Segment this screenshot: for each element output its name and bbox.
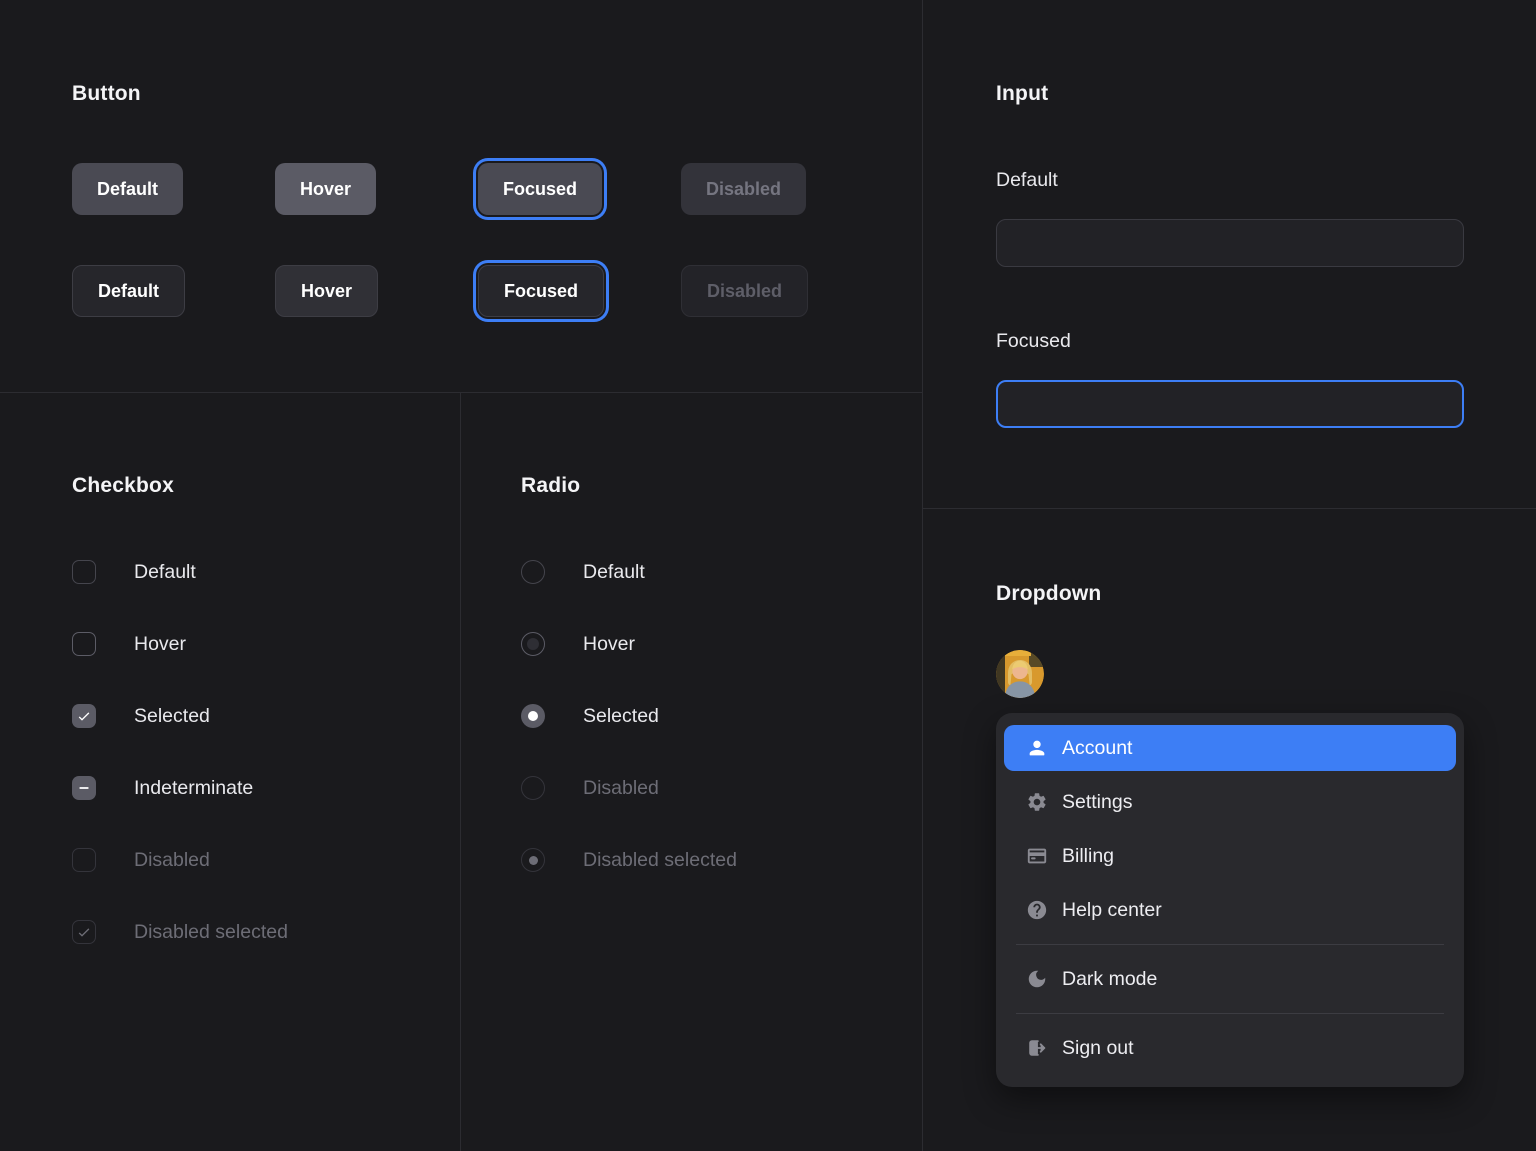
button-primary-default[interactable]: Default bbox=[72, 163, 183, 215]
credit-card-icon bbox=[1026, 845, 1048, 867]
button-secondary-default[interactable]: Default bbox=[72, 265, 185, 317]
checkbox-disabled-selected bbox=[72, 920, 96, 944]
help-icon bbox=[1026, 899, 1048, 921]
menu-item-label: Help center bbox=[1062, 899, 1162, 922]
checkbox-row-disabled: Disabled bbox=[72, 848, 460, 872]
check-icon bbox=[76, 924, 92, 940]
button-secondary-hover[interactable]: Hover bbox=[275, 265, 378, 317]
input-section: Input Default Focused bbox=[922, 0, 1536, 509]
radio-label: Disabled selected bbox=[583, 849, 737, 872]
button-section-title: Button bbox=[72, 82, 922, 106]
radio-row-selected: Selected bbox=[521, 704, 922, 728]
check-icon bbox=[76, 708, 92, 724]
menu-divider bbox=[1016, 1013, 1444, 1014]
button-primary-hover[interactable]: Hover bbox=[275, 163, 376, 215]
radio-disabled bbox=[521, 776, 545, 800]
menu-item-label: Sign out bbox=[1062, 1037, 1134, 1060]
avatar[interactable] bbox=[996, 650, 1044, 698]
radio-row-default: Default bbox=[521, 560, 922, 584]
menu-item-label: Account bbox=[1062, 737, 1132, 760]
checkbox-hover[interactable] bbox=[72, 632, 96, 656]
menu-item-label: Settings bbox=[1062, 791, 1132, 814]
dropdown-section: Dropdown Account bbox=[922, 509, 1536, 1151]
input-section-title: Input bbox=[996, 82, 1463, 106]
gear-icon bbox=[1026, 791, 1048, 813]
menu-item-billing[interactable]: Billing bbox=[1004, 829, 1456, 883]
menu-item-account[interactable]: Account bbox=[1004, 725, 1456, 771]
radio-row-hover: Hover bbox=[521, 632, 922, 656]
radio-section: Radio Default Hover Selected Disabled Di… bbox=[461, 393, 922, 1151]
checkbox-label: Disabled bbox=[134, 849, 210, 872]
button-row-primary: Default Hover Focused Disabled bbox=[72, 163, 922, 215]
dropdown-section-title: Dropdown bbox=[996, 582, 1463, 606]
dropdown-menu: Account Settings Billing Help center bbox=[996, 713, 1464, 1087]
button-grid: Default Hover Focused Disabled Default H… bbox=[72, 163, 922, 317]
menu-item-sign-out[interactable]: Sign out bbox=[1004, 1021, 1456, 1075]
checkbox-section-title: Checkbox bbox=[72, 474, 460, 498]
checkbox-row-disabled-selected: Disabled selected bbox=[72, 920, 460, 944]
radio-label: Default bbox=[583, 561, 645, 584]
button-section: Button Default Hover Focused Disabled De… bbox=[0, 0, 922, 393]
menu-item-settings[interactable]: Settings bbox=[1004, 775, 1456, 829]
user-icon bbox=[1026, 737, 1048, 759]
checkbox-section: Checkbox Default Hover Selected Indeterm… bbox=[0, 393, 461, 1151]
menu-item-dark-mode[interactable]: Dark mode bbox=[1004, 952, 1456, 1006]
radio-dot bbox=[527, 638, 539, 650]
checkbox-row-indeterminate: Indeterminate bbox=[72, 776, 460, 800]
input-focused-field[interactable] bbox=[996, 380, 1464, 428]
checkbox-selected[interactable] bbox=[72, 704, 96, 728]
input-default-label: Default bbox=[996, 169, 1463, 192]
radio-dot bbox=[529, 856, 538, 865]
checkbox-row-hover: Hover bbox=[72, 632, 460, 656]
checkbox-list: Default Hover Selected Indeterminate Dis… bbox=[72, 560, 460, 992]
radio-section-title: Radio bbox=[521, 474, 922, 498]
radio-list: Default Hover Selected Disabled Disabled… bbox=[521, 560, 922, 920]
minus-icon bbox=[76, 780, 92, 796]
button-secondary-disabled: Disabled bbox=[681, 265, 808, 317]
radio-label: Hover bbox=[583, 633, 635, 656]
menu-item-help-center[interactable]: Help center bbox=[1004, 883, 1456, 937]
radio-dot bbox=[528, 711, 538, 721]
checkbox-indeterminate[interactable] bbox=[72, 776, 96, 800]
input-default-field[interactable] bbox=[996, 219, 1464, 267]
checkbox-label: Disabled selected bbox=[134, 921, 288, 944]
menu-divider bbox=[1016, 944, 1444, 945]
checkbox-label: Hover bbox=[134, 633, 186, 656]
radio-hover[interactable] bbox=[521, 632, 545, 656]
radio-row-disabled: Disabled bbox=[521, 776, 922, 800]
checkbox-label: Indeterminate bbox=[134, 777, 253, 800]
checkbox-disabled bbox=[72, 848, 96, 872]
radio-selected[interactable] bbox=[521, 704, 545, 728]
avatar-photo bbox=[996, 650, 1044, 698]
radio-default[interactable] bbox=[521, 560, 545, 584]
checkbox-label: Selected bbox=[134, 705, 210, 728]
button-primary-focused[interactable]: Focused bbox=[478, 163, 602, 215]
button-row-secondary: Default Hover Focused Disabled bbox=[72, 265, 922, 317]
radio-row-disabled-selected: Disabled selected bbox=[521, 848, 922, 872]
sign-out-icon bbox=[1026, 1037, 1048, 1059]
moon-icon bbox=[1026, 968, 1048, 990]
checkbox-label: Default bbox=[134, 561, 196, 584]
button-secondary-focused[interactable]: Focused bbox=[478, 265, 604, 317]
radio-label: Selected bbox=[583, 705, 659, 728]
radio-label: Disabled bbox=[583, 777, 659, 800]
input-focused-label: Focused bbox=[996, 330, 1463, 353]
radio-disabled-selected bbox=[521, 848, 545, 872]
button-primary-disabled: Disabled bbox=[681, 163, 806, 215]
checkbox-default[interactable] bbox=[72, 560, 96, 584]
menu-item-label: Dark mode bbox=[1062, 968, 1157, 991]
menu-item-label: Billing bbox=[1062, 845, 1114, 868]
checkbox-row-default: Default bbox=[72, 560, 460, 584]
checkbox-row-selected: Selected bbox=[72, 704, 460, 728]
